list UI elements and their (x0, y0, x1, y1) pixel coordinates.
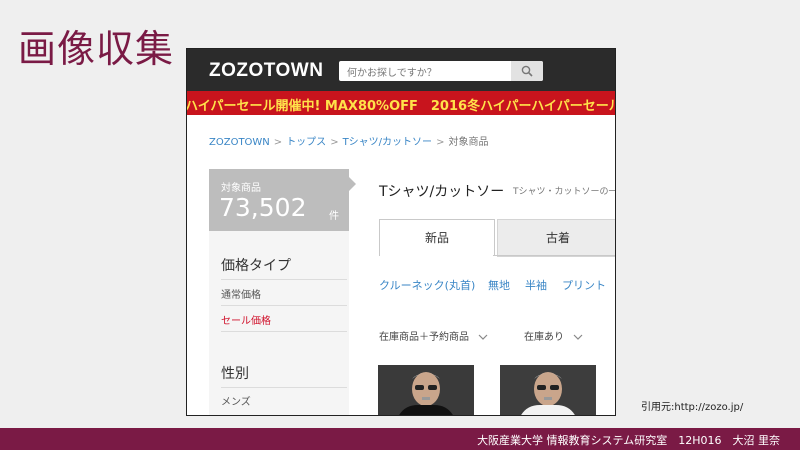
chevron-down-icon (573, 334, 583, 340)
availability-filter-label: 在庫あり (524, 332, 564, 343)
breadcrumb-current: 対象商品 (448, 137, 489, 148)
search-icon (521, 65, 533, 77)
gender-mens-link[interactable]: メンズ (221, 393, 251, 408)
website-screenshot: ZOZOTOWN 何かお探しですか？ ハイパーセール開催中! MAX80%OFF… (186, 48, 616, 416)
tab-used[interactable]: 古着 (497, 219, 615, 257)
search-box[interactable]: 何かお探しですか？ (339, 61, 543, 81)
breadcrumb-tops[interactable]: トップス (286, 137, 326, 148)
tab-underline (493, 255, 615, 256)
price-sale-link[interactable]: セール価格 (221, 312, 271, 327)
tab-new[interactable]: 新品 (379, 219, 495, 256)
tag-short-sleeve[interactable]: 半袖 (525, 277, 547, 293)
price-type-heading: 価格タイプ (221, 258, 291, 274)
search-button[interactable] (511, 61, 543, 81)
sale-banner-text: ハイパーセール開催中! MAX80%OFF 2016冬ハイパーハイパーセール開催 (187, 99, 615, 114)
breadcrumb: ZOZOTOWN > トップス > Tシャツ/カットソー > 対象商品 (209, 137, 489, 148)
stock-filter-select[interactable]: 在庫商品＋予約商品 (379, 328, 488, 343)
category-description: Tシャツ・カットソーの一 (513, 187, 616, 197)
site-logo[interactable]: ZOZOTOWN (209, 60, 323, 82)
divider (221, 331, 347, 332)
footer-text: 大阪産業大学 情報教育システム研究室 12H016 大沼 里奈 (477, 434, 780, 447)
slide-footer: 大阪産業大学 情報教育システム研究室 12H016 大沼 里奈 (0, 428, 800, 450)
tag-plain[interactable]: 無地 (488, 277, 510, 293)
result-count-label: 対象商品 (221, 183, 261, 194)
divider (221, 279, 347, 280)
product-image[interactable] (500, 365, 596, 415)
availability-filter-select[interactable]: 在庫あり (524, 328, 583, 343)
divider (221, 387, 347, 388)
stock-filter-label: 在庫商品＋予約商品 (379, 332, 469, 343)
price-regular-link[interactable]: 通常価格 (221, 286, 261, 301)
search-input[interactable]: 何かお探しですか？ (347, 64, 437, 79)
citation: 引用元:http://zozo.jp/ (641, 402, 744, 413)
sale-banner[interactable]: ハイパーセール開催中! MAX80%OFF 2016冬ハイパーハイパーセール開催 (187, 91, 615, 115)
chevron-down-icon (478, 334, 488, 340)
divider (221, 305, 347, 306)
result-count-box: 対象商品 73,502 件 (209, 169, 356, 231)
result-count-unit: 件 (329, 211, 339, 222)
breadcrumb-tshirts[interactable]: Tシャツ/カットソー (343, 137, 432, 148)
tag-crewneck[interactable]: クルーネック(丸首) (379, 277, 475, 293)
gender-heading: 性別 (221, 366, 249, 382)
tag-print[interactable]: プリント (562, 277, 606, 293)
category-title: Tシャツ/カットソー (379, 184, 505, 200)
result-count-value: 73,502 (219, 193, 307, 222)
product-image[interactable] (378, 365, 474, 415)
breadcrumb-home[interactable]: ZOZOTOWN (209, 137, 270, 148)
site-header: ZOZOTOWN 何かお探しですか？ (187, 49, 615, 91)
slide-title: 画像収集 (18, 27, 175, 71)
